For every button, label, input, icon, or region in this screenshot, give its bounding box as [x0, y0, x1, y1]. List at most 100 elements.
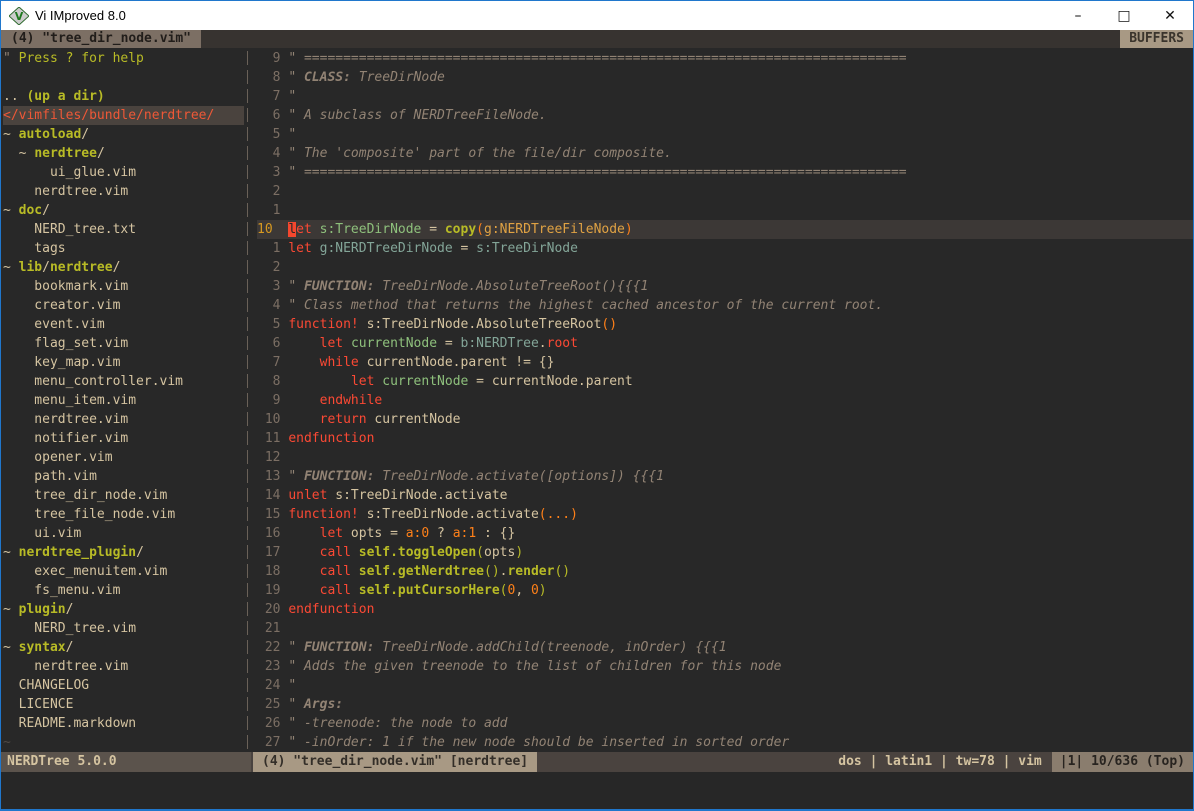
tree-item[interactable]: menu_controller.vim [3, 372, 244, 391]
text-segment [288, 526, 319, 541]
tree-item[interactable]: NERD_tree.txt [3, 220, 244, 239]
text-segment: currentNode [382, 374, 468, 389]
tree-item[interactable]: ~ doc/ [3, 201, 244, 220]
line-number: 17 [257, 545, 288, 560]
text-segment: let [288, 241, 311, 256]
tree-item[interactable]: opener.vim [3, 448, 244, 467]
tree-item[interactable]: fs_menu.vim [3, 581, 244, 600]
text-segment: a:1 [453, 526, 476, 541]
text-segment: tags [3, 241, 66, 256]
code-line: 4 " The 'composite' part of the file/dir… [257, 144, 1193, 163]
tree-item[interactable]: ui.vim [3, 524, 244, 543]
tree-item[interactable]: ~ nerdtree_plugin/ [3, 543, 244, 562]
text-segment: root [547, 336, 578, 351]
tree-item[interactable]: tags [3, 239, 244, 258]
tree-item[interactable]: nerdtree.vim [3, 410, 244, 429]
tree-item[interactable]: " Press ? for help [3, 49, 244, 68]
code-line: 27 " -inOrder: 1 if the new node should … [257, 733, 1193, 752]
line-number: 5 [257, 317, 288, 332]
tree-item[interactable]: ~ plugin/ [3, 600, 244, 619]
tree-item[interactable]: tree_dir_node.vim [3, 486, 244, 505]
line-number: 13 [257, 469, 288, 484]
tree-item[interactable]: CHANGELOG [3, 676, 244, 695]
tree-item[interactable]: ~ [3, 733, 244, 752]
text-segment: TreeDirNode.addChild(treenode, inOrder) … [374, 640, 726, 655]
tree-item[interactable]: README.markdown [3, 714, 244, 733]
line-number: 7 [257, 89, 288, 104]
line-number: 10 [257, 412, 288, 427]
tree-item[interactable]: path.vim [3, 467, 244, 486]
line-number: 26 [257, 716, 288, 731]
text-segment: " -treenode: the node to add [288, 716, 507, 731]
text-segment: TreeDirNode.AbsoluteTreeRoot(){{{1 [374, 279, 648, 294]
text-segment: flag_set.vim [3, 336, 128, 351]
code-pane[interactable]: 9 " ====================================… [253, 48, 1193, 752]
text-segment: CLASS: [304, 70, 351, 85]
code-line: 2 [257, 182, 1193, 201]
close-button[interactable]: ✕ [1147, 1, 1193, 30]
tree-item[interactable] [3, 68, 244, 87]
code-line: 3 " FUNCTION: TreeDirNode.AbsoluteTreeRo… [257, 277, 1193, 296]
text-segment: ui_glue.vim [3, 165, 136, 180]
minimize-button[interactable]: – [1055, 1, 1101, 30]
tree-item[interactable]: bookmark.vim [3, 277, 244, 296]
nerdtree-pane: " Press ? for help .. (up a dir) </vimfile… [1, 48, 244, 752]
tree-item[interactable]: creator.vim [3, 296, 244, 315]
tree-item[interactable]: ~ autoload/ [3, 125, 244, 144]
title-bar[interactable]: V Vi IMproved 8.0 – □ ✕ [1, 1, 1193, 30]
text-segment [288, 374, 351, 389]
text-segment [351, 564, 359, 579]
text-segment: nerdtree.vim [3, 412, 128, 427]
text-segment: TreeDirNode [351, 70, 445, 85]
code-line: 22 " FUNCTION: TreeDirNode.addChild(tree… [257, 638, 1193, 657]
tree-item[interactable]: key_map.vim [3, 353, 244, 372]
text-segment: b:NERDTree [461, 336, 539, 351]
text-segment: nerdtree.vim [3, 184, 128, 199]
line-number: 18 [257, 564, 288, 579]
tree-item[interactable]: exec_menuitem.vim [3, 562, 244, 581]
window-separator[interactable] [244, 48, 253, 752]
text-segment: = [437, 336, 460, 351]
tree-item[interactable]: flag_set.vim [3, 334, 244, 353]
tree-item[interactable]: nerdtree.vim [3, 182, 244, 201]
tree-item[interactable]: LICENCE [3, 695, 244, 714]
tree-item[interactable]: ~ lib/nerdtree/ [3, 258, 244, 277]
command-line[interactable] [1, 772, 1193, 809]
buffer-tab[interactable]: (4) "tree_dir_node.vim" [1, 30, 201, 48]
tree-item[interactable]: menu_item.vim [3, 391, 244, 410]
code-line: 11 endfunction [257, 429, 1193, 448]
line-number: 9 [257, 51, 288, 66]
line-number: 23 [257, 659, 288, 674]
code-line: 15 function! s:TreeDirNode.activate(...) [257, 505, 1193, 524]
text-segment: self.getNerdtree [359, 564, 484, 579]
text-segment: / [42, 260, 50, 275]
tree-item[interactable]: ui_glue.vim [3, 163, 244, 182]
tree-item[interactable]: NERD_tree.vim [3, 619, 244, 638]
tree-item[interactable]: notifier.vim [3, 429, 244, 448]
vim-icon: V [9, 7, 29, 25]
text-segment: ) [515, 545, 523, 560]
text-segment: </vimfiles/bundle/nerdtree/ [3, 108, 214, 123]
text-segment: opts = [343, 526, 406, 541]
text-segment: g:NERDTreeDirNode [320, 241, 453, 256]
text-segment: () [554, 564, 570, 579]
tree-item[interactable]: ~ nerdtree/ [3, 144, 244, 163]
text-segment: copy [445, 222, 476, 237]
text-segment: currentNode [351, 336, 437, 351]
text-segment: currentNode.parent != {} [359, 355, 555, 370]
text-segment: , [515, 583, 531, 598]
tree-item[interactable]: tree_file_node.vim [3, 505, 244, 524]
code-line: 2 [257, 258, 1193, 277]
text-segment: s:TreeDirNode.activate [327, 488, 507, 503]
tree-item[interactable]: ~ syntax/ [3, 638, 244, 657]
maximize-button[interactable]: □ [1101, 1, 1147, 30]
text-segment: let [320, 336, 343, 351]
tree-item[interactable]: .. (up a dir) [3, 87, 244, 106]
text-segment: s:TreeDirNode.activate [359, 507, 539, 522]
tree-item[interactable]: nerdtree.vim [3, 657, 244, 676]
text-segment: tree_dir_node.vim [3, 488, 167, 503]
tree-item[interactable]: event.vim [3, 315, 244, 334]
text-segment: ? [429, 526, 452, 541]
text-segment: key_map.vim [3, 355, 120, 370]
tree-item[interactable]: </vimfiles/bundle/nerdtree/ [3, 106, 244, 125]
